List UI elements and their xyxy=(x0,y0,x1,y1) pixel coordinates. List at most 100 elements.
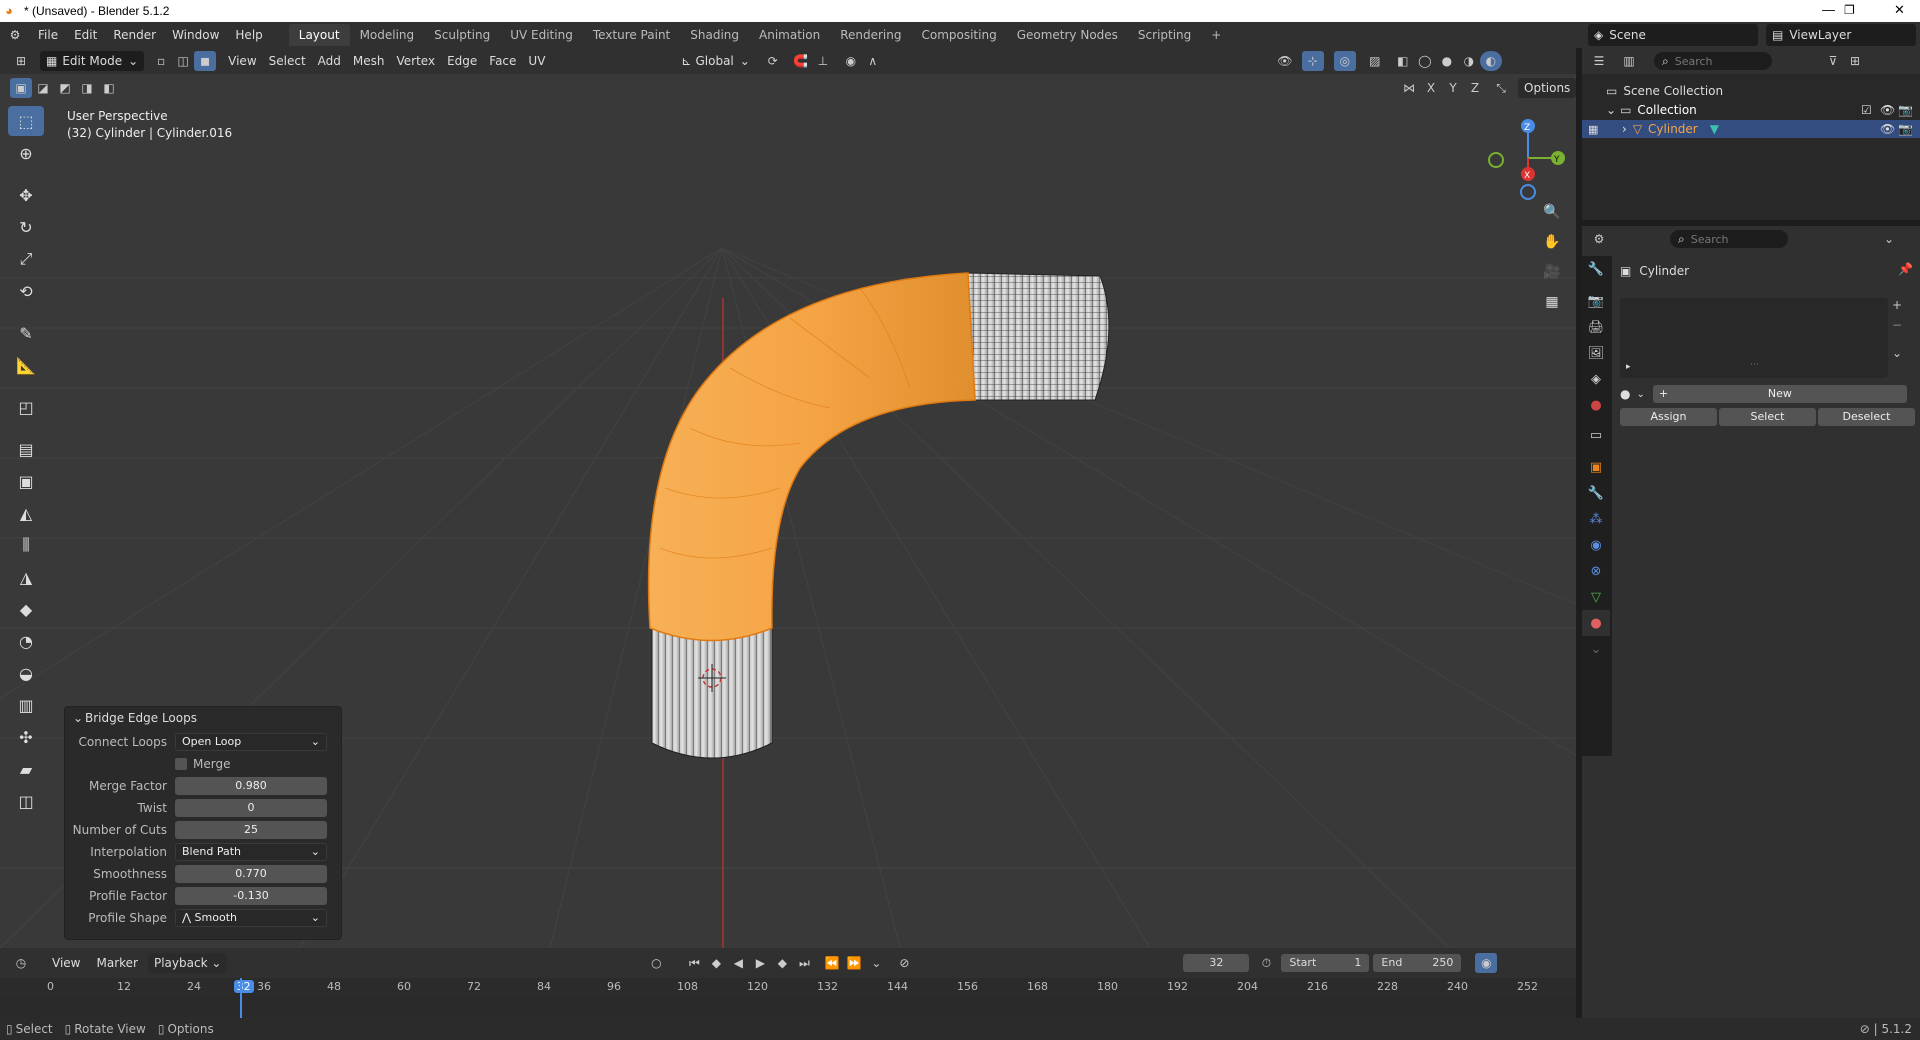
visibility-eye-icon[interactable]: 👁 xyxy=(1880,103,1895,117)
auto-key-icon[interactable]: ⊘ xyxy=(893,953,915,973)
jump-end-icon[interactable]: ⏭ xyxy=(793,953,815,973)
new-collection-icon[interactable]: ⊞ xyxy=(1844,51,1866,71)
options-dropdown[interactable]: Options xyxy=(1518,78,1577,98)
view-layer-tab-icon[interactable]: 🖼 xyxy=(1582,340,1610,366)
tab-sculpting[interactable]: Sculpting xyxy=(424,24,500,46)
menu-edit[interactable]: Edit xyxy=(66,25,105,45)
outliner-scene-collection[interactable]: ▭ Scene Collection xyxy=(1582,82,1920,100)
poly-build-tool-icon[interactable]: ◆ xyxy=(8,594,44,624)
connect-loops-dropdown[interactable]: Open Loop ⌄ xyxy=(175,733,327,751)
object-tab-icon[interactable]: ▣ xyxy=(1582,454,1610,480)
timeline-menu-marker[interactable]: Marker xyxy=(90,953,143,973)
current-frame-field[interactable]: 32 xyxy=(1183,954,1250,972)
tab-animation[interactable]: Animation xyxy=(749,24,830,46)
spin-tool-icon[interactable]: ◔ xyxy=(8,626,44,656)
start-frame-field[interactable]: Start 1 xyxy=(1281,954,1370,972)
smoothness-field[interactable]: 0.770 xyxy=(175,865,327,883)
clock-icon[interactable]: ⏱ xyxy=(1255,953,1277,973)
tab-compositing[interactable]: Compositing xyxy=(911,24,1006,46)
menu-render[interactable]: Render xyxy=(105,25,164,45)
solid-shading-icon[interactable]: ● xyxy=(1436,51,1458,71)
scene-tab-icon[interactable]: ◈ xyxy=(1582,366,1610,392)
visibility-eye-icon[interactable]: 👁 xyxy=(1880,122,1895,136)
menu-help[interactable]: Help xyxy=(227,25,270,45)
properties-search-input[interactable]: ⌕ Search xyxy=(1670,230,1788,248)
resize-handle-icon[interactable]: ⋯ xyxy=(1750,360,1759,370)
select-intersect-icon[interactable]: ◧ xyxy=(98,78,120,98)
particles-tab-icon[interactable]: ⁂ xyxy=(1582,506,1610,532)
tool-tab-icon[interactable]: 🔧 xyxy=(1582,256,1610,282)
face-select-icon[interactable]: ◼ xyxy=(194,51,217,71)
extrude-tool-icon[interactable]: ▤ xyxy=(8,434,44,464)
select-new-icon[interactable]: ▣ xyxy=(10,78,32,98)
vertex-select-icon[interactable]: ▫ xyxy=(150,51,172,71)
select-invert-icon[interactable]: ◨ xyxy=(76,78,98,98)
move-tool-icon[interactable]: ✥ xyxy=(8,180,44,210)
keyframe-next-icon[interactable]: ⏩ xyxy=(843,953,865,973)
remove-slot-icon[interactable]: − xyxy=(1892,318,1902,338)
edge-slide-tool-icon[interactable]: ▥ xyxy=(8,690,44,720)
bevel-tool-icon[interactable]: ◭ xyxy=(8,498,44,528)
play-reverse-icon[interactable]: ◀ xyxy=(727,953,749,973)
tab-rendering[interactable]: Rendering xyxy=(830,24,911,46)
profile-shape-dropdown[interactable]: ⋀ Smooth ⌄ xyxy=(175,909,327,927)
menu-select[interactable]: Select xyxy=(263,51,312,71)
filter-icon[interactable]: ⊽ xyxy=(1822,51,1844,71)
timeline-ruler[interactable]: 0 12 24 32 36 48 60 72 84 96 108 120 132 144 156 168 180… xyxy=(0,978,1576,1018)
falloff-icon[interactable]: ∧ xyxy=(862,51,884,71)
restore-icon[interactable]: ❐ xyxy=(1844,3,1855,17)
minimize-icon[interactable]: — xyxy=(1822,2,1835,17)
physics-tab-icon[interactable]: ◉ xyxy=(1582,532,1610,558)
camera-view-icon[interactable]: 🎥 xyxy=(1538,258,1566,286)
record-icon[interactable]: ○ xyxy=(645,953,667,973)
menu-uv[interactable]: UV xyxy=(522,51,551,71)
menu-view[interactable]: View xyxy=(222,51,262,71)
operator-panel-title[interactable]: ⌄ Bridge Edge Loops xyxy=(65,707,341,729)
slot-menu-icon[interactable]: ⌄ xyxy=(1892,346,1902,366)
end-frame-field[interactable]: End 250 xyxy=(1373,954,1462,972)
render-camera-icon[interactable]: 📷 xyxy=(1898,103,1913,117)
tab-geometry-nodes[interactable]: Geometry Nodes xyxy=(1007,24,1128,46)
output-tab-icon[interactable]: 🖨 xyxy=(1582,314,1610,340)
measure-tool-icon[interactable]: 📐 xyxy=(8,350,44,380)
number-of-cuts-field[interactable]: 25 xyxy=(175,821,327,839)
chevron-down-icon[interactable]: ⌄ xyxy=(1878,229,1900,249)
timeline-view-icon[interactable]: ◉ xyxy=(1475,953,1498,973)
rendered-shading-icon[interactable]: ◐ xyxy=(1479,51,1502,71)
zoom-icon[interactable]: 🔍 xyxy=(1538,198,1566,226)
merge-factor-field[interactable]: 0.980 xyxy=(175,777,327,795)
loop-cut-tool-icon[interactable]: ⫼ xyxy=(8,530,44,560)
shear-tool-icon[interactable]: ▰ xyxy=(8,754,44,784)
shrink-fatten-tool-icon[interactable]: ✣ xyxy=(8,722,44,752)
smooth-tool-icon[interactable]: ◒ xyxy=(8,658,44,688)
viewlayer-selector[interactable]: ▤ ViewLayer xyxy=(1766,24,1916,46)
annotate-tool-icon[interactable]: ✎ xyxy=(8,318,44,348)
snap-icon[interactable]: 🧲 xyxy=(790,51,812,71)
wireframe-shading-icon[interactable]: ◯ xyxy=(1414,51,1436,71)
tab-layout[interactable]: Layout xyxy=(288,24,350,46)
keyframe-prev-icon[interactable]: ⏪ xyxy=(821,953,843,973)
outliner-search-input[interactable]: ⌕ Search xyxy=(1654,52,1772,70)
rotate-tool-icon[interactable]: ↻ xyxy=(8,212,44,242)
outliner-cylinder-row[interactable]: ▦ › ▽ Cylinder ▼ 👁 📷 xyxy=(1582,120,1920,138)
menu-face[interactable]: Face xyxy=(483,51,522,71)
rip-tool-icon[interactable]: ◫ xyxy=(8,786,44,816)
add-workspace-button[interactable]: + xyxy=(1201,24,1231,46)
merge-checkbox[interactable] xyxy=(175,758,187,770)
world-tab-icon[interactable]: ● xyxy=(1582,392,1610,418)
orientation-dropdown[interactable]: ⊾ Global ⌄ xyxy=(681,51,749,71)
pivot-icon[interactable]: ⟳ xyxy=(762,51,784,71)
mode-dropdown[interactable]: ▦ Edit Mode ⌄ xyxy=(40,51,145,71)
timeline-menu-view[interactable]: View xyxy=(46,953,86,973)
mirror-x-toggle[interactable]: X xyxy=(1420,78,1442,98)
outliner-collection-row[interactable]: ⌄ ▭ Collection ☑ 👁 📷 xyxy=(1582,100,1920,120)
auto-merge-icon[interactable]: ⤡ xyxy=(1490,78,1512,98)
material-sphere-icon[interactable]: ● xyxy=(1620,387,1630,401)
deselect-button[interactable]: Deselect xyxy=(1818,408,1915,426)
cursor-tool-icon[interactable]: ⊕ xyxy=(8,138,44,168)
scale-tool-icon[interactable]: ⤢ xyxy=(8,244,44,274)
tab-modeling[interactable]: Modeling xyxy=(350,24,425,46)
overlay-toggle-icon[interactable]: ◎ xyxy=(1333,51,1356,71)
knife-tool-icon[interactable]: ◮ xyxy=(8,562,44,592)
add-cube-tool-icon[interactable]: ◰ xyxy=(8,392,44,422)
